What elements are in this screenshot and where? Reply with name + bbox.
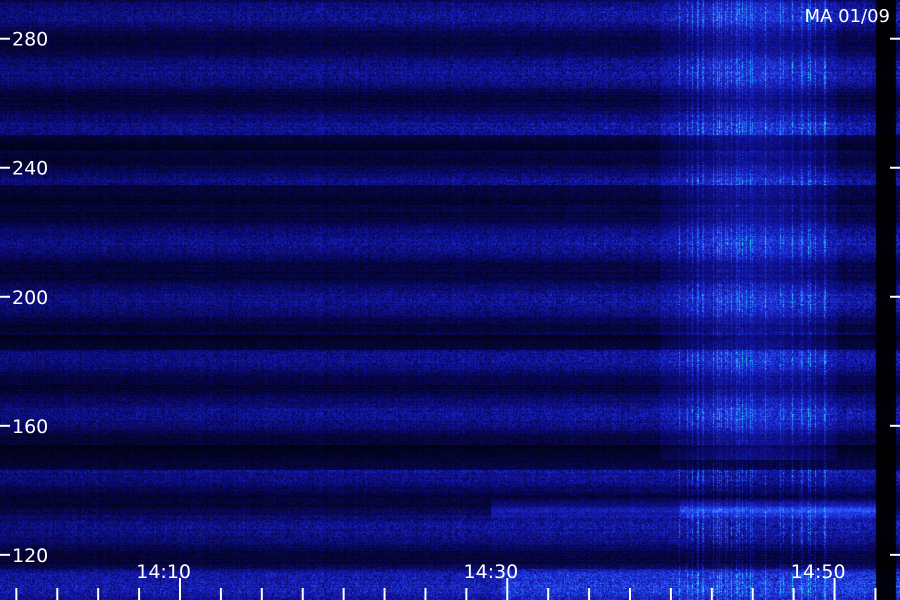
y-axis: 120 160 200 240 280 — [0, 29, 48, 567]
y-tick-label: 120 — [12, 545, 48, 567]
y-tick-label: 200 — [12, 287, 48, 309]
y-tick-label: 280 — [12, 29, 48, 51]
spectrogram-panel: 120 160 200 240 280 14:10 14:30 14:50 MA 01/09 — [0, 0, 900, 600]
x-axis: 14:10 14:30 14:50 — [15, 561, 877, 600]
y-axis-right-ticks — [890, 37, 900, 556]
x-tick-label: 14:10 — [136, 561, 191, 583]
x-tick-label: 14:30 — [464, 561, 519, 583]
y-tick-label: 160 — [12, 416, 48, 438]
y-tick-label: 240 — [12, 158, 48, 180]
axes-overlay: 120 160 200 240 280 14:10 14:30 14:50 MA 01/09 — [0, 6, 900, 600]
x-tick-label: 14:50 — [791, 561, 846, 583]
chart-title: MA 01/09 — [805, 6, 890, 27]
